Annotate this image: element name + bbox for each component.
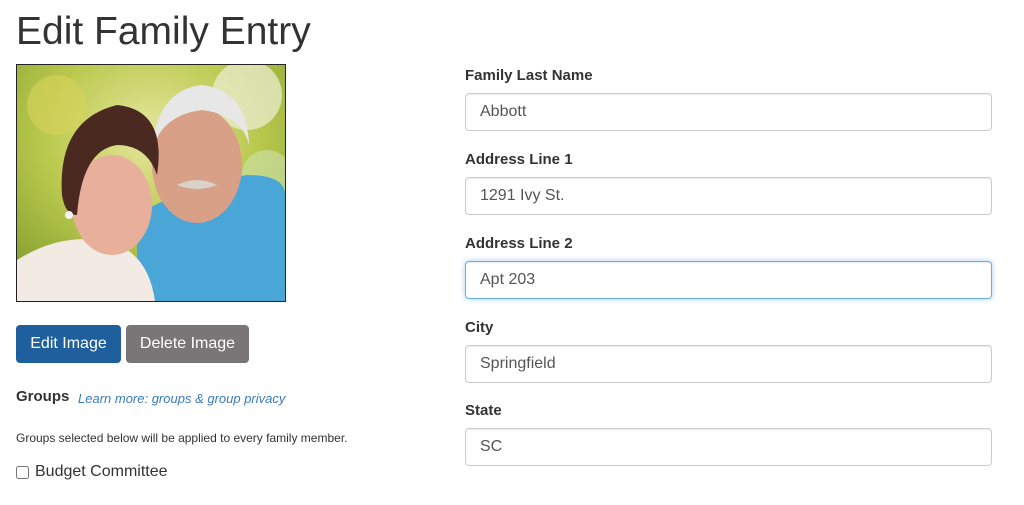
address-line-1-label: Address Line 1	[465, 151, 573, 168]
page-title: Edit Family Entry	[16, 10, 311, 53]
city-input[interactable]	[465, 345, 992, 383]
edit-image-button[interactable]: Edit Image	[16, 325, 121, 363]
groups-heading: Groups	[16, 388, 70, 405]
delete-image-button[interactable]: Delete Image	[126, 325, 249, 363]
groups-help-text: Groups selected below will be applied to…	[16, 431, 348, 445]
address-line-2-label: Address Line 2	[465, 235, 573, 252]
city-label: City	[465, 319, 494, 336]
group-item-budget-committee[interactable]: Budget Committee	[16, 463, 168, 481]
groups-learn-more-link[interactable]: Learn more: groups & group privacy	[78, 391, 285, 406]
address-line-2-input[interactable]	[465, 261, 992, 299]
family-photo	[16, 64, 286, 302]
family-last-name-label: Family Last Name	[465, 67, 593, 84]
state-label: State	[465, 402, 502, 419]
group-checkbox-label: Budget Committee	[35, 463, 168, 480]
family-last-name-input[interactable]	[465, 93, 992, 131]
family-photo-image	[17, 65, 285, 301]
group-checkbox-budget-committee[interactable]	[16, 465, 29, 479]
address-line-1-input[interactable]	[465, 177, 992, 215]
state-input[interactable]	[465, 428, 992, 466]
